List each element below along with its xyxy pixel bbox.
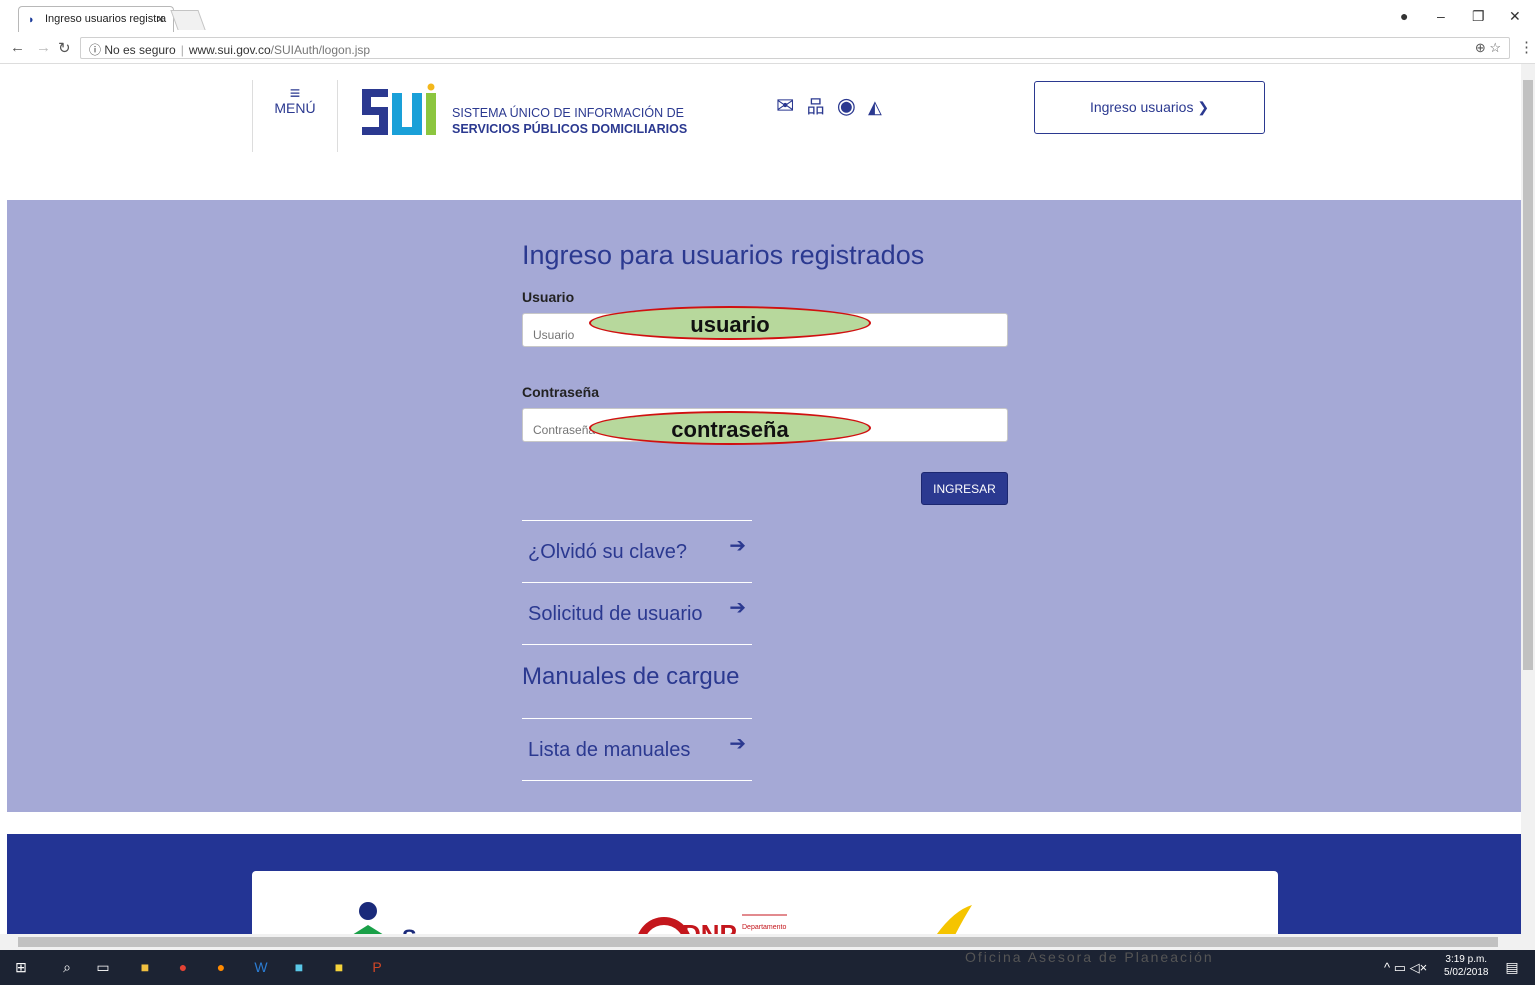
minimize-icon[interactable]: – — [1437, 8, 1445, 24]
notifications-icon[interactable]: ▤ — [1503, 958, 1521, 976]
profile-icon[interactable]: ● — [1400, 8, 1408, 24]
divider — [522, 780, 752, 781]
reload-icon[interactable]: ↻ — [58, 39, 71, 57]
logo-text-line2: SERVICIOS PÚBLICOS DOMICILIARIOS — [452, 122, 688, 136]
powerpoint-icon[interactable]: P — [368, 958, 386, 976]
browser-tab-bar: ◗ Ingreso usuarios registra × ● – ❐ ✕ — [0, 0, 1535, 32]
address-bar: ← → ↻ ⓘ No es seguro | www.sui.gov.co/SUIA… — [0, 32, 1535, 64]
browser-menu-icon[interactable]: ⋮ — [1519, 38, 1534, 56]
password-label: Contraseña — [522, 384, 600, 400]
svg-text:DNP: DNP — [682, 919, 737, 935]
app-icon[interactable]: ■ — [290, 958, 308, 976]
file-explorer-icon[interactable]: ■ — [136, 958, 154, 976]
windows-start-icon[interactable]: ⊞ — [12, 958, 30, 976]
browser-tab[interactable]: ◗ Ingreso usuarios registra × — [18, 6, 174, 32]
divider — [522, 644, 752, 645]
accessibility-icon[interactable]: ◉ — [837, 93, 856, 118]
security-indicator[interactable]: ⓘ No es seguro — [89, 43, 176, 57]
dnp-small-text: Departamento — [742, 924, 786, 931]
arrow-right-icon[interactable]: ➔ — [729, 533, 746, 558]
search-icon[interactable]: ⌕ — [58, 958, 76, 976]
submit-button[interactable]: INGRESAR — [921, 472, 1008, 505]
page-title: Ingreso para usuarios registrados — [522, 240, 925, 270]
vertical-scroll-thumb[interactable] — [1523, 80, 1533, 670]
tab-close-icon[interactable]: × — [157, 12, 164, 26]
header-icons: ✉ 品 ◉ ◭ — [776, 93, 888, 123]
clock[interactable]: 3:19 p.m. 5/02/2018 — [1444, 953, 1489, 979]
user-label: Usuario — [522, 289, 575, 305]
manuals-list-link[interactable]: Lista de manuales ➔ — [522, 718, 752, 780]
menu-button[interactable]: ≡ MENÚ — [252, 80, 338, 152]
chrome-icon[interactable]: ● — [174, 958, 192, 976]
forgot-password-link[interactable]: ¿Olvidó su clave? ➔ — [522, 520, 752, 582]
arrow-right-icon[interactable]: ➔ — [729, 595, 746, 620]
url-domain: www.sui.gov.co — [188, 43, 271, 57]
horizontal-scroll-thumb[interactable] — [18, 937, 1498, 947]
forward-icon[interactable]: → — [36, 39, 51, 56]
partner-logos: S DNP Departamento — [352, 902, 972, 935]
task-view-icon[interactable]: ▭ — [94, 958, 112, 976]
url-path: /SUIAuth/logon.jsp — [270, 43, 371, 57]
password-annotation: contraseña — [589, 411, 871, 445]
user-request-link[interactable]: Solicitud de usuario ➔ — [522, 582, 752, 644]
mail-icon[interactable]: ✉ — [776, 93, 794, 118]
tab-title: Ingreso usuarios registra — [45, 13, 167, 25]
user-login-button[interactable]: Ingreso usuarios ❯ — [1034, 81, 1265, 134]
footer-watermark-text: Oficina Asesora de Planeación — [965, 949, 1214, 965]
zoom-icon[interactable]: ⊕ ☆ — [1475, 40, 1501, 56]
sitemap-icon[interactable]: 品 — [807, 97, 825, 117]
logo-text-line1: SISTEMA ÚNICO DE INFORMACIÓN DE — [452, 106, 684, 120]
word-icon[interactable]: W — [252, 958, 270, 976]
url-field[interactable]: ⓘ No es seguro | www.sui.gov.co/SUIAuth/lo… — [80, 37, 1510, 59]
sui-logo-icon — [362, 83, 436, 135]
footer-logos-card: S DNP Departamento — [252, 871, 1278, 935]
arrow-right-icon[interactable]: ➔ — [729, 731, 746, 756]
sticky-notes-icon[interactable]: ■ — [330, 958, 348, 976]
clock-date: 5/02/2018 — [1444, 967, 1489, 978]
manuals-heading: Manuales de cargue — [522, 663, 740, 690]
restore-icon[interactable]: ❐ — [1472, 8, 1485, 25]
manuals-list-text[interactable]: Lista de manuales — [528, 739, 690, 762]
user-annotation: usuario — [589, 306, 871, 340]
forgot-password-text[interactable]: ¿Olvidó su clave? — [528, 541, 687, 564]
back-icon[interactable]: ← — [10, 39, 25, 56]
user-request-text[interactable]: Solicitud de usuario — [528, 603, 703, 626]
clock-time: 3:19 p.m. — [1445, 954, 1488, 965]
favicon-icon: ◗ — [28, 14, 35, 26]
hamburger-icon: ≡ — [289, 83, 301, 103]
menu-label: MENÚ — [274, 100, 316, 116]
firefox-icon[interactable]: ● — [212, 958, 230, 976]
new-tab-button[interactable] — [170, 10, 206, 30]
close-window-icon[interactable]: ✕ — [1509, 8, 1521, 25]
system-tray-icons[interactable]: ^ ▭ ◁× — [1384, 960, 1427, 976]
taskbar — [0, 950, 1535, 985]
login-section — [7, 200, 1521, 812]
graduation-cap-icon[interactable]: ◭ — [868, 97, 882, 117]
